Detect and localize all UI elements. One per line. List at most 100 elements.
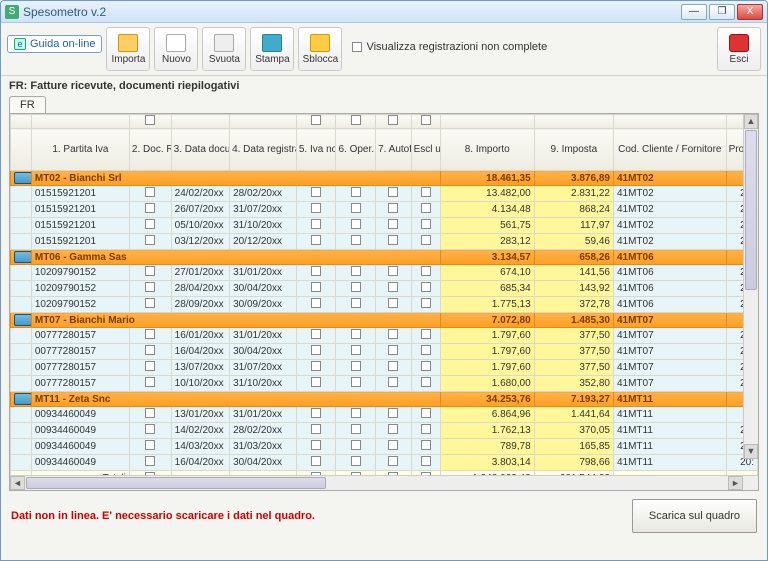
- checkbox-icon[interactable]: [351, 424, 361, 434]
- table-row[interactable]: 1020979015228/04/20xx30/04/20xx685,34143…: [11, 281, 758, 297]
- cell-importo[interactable]: 3.803,14: [440, 455, 534, 471]
- cell-piva[interactable]: 10209790152: [31, 297, 129, 313]
- cell-data-reg[interactable]: 31/01/20xx: [230, 265, 297, 281]
- cell-piva[interactable]: 00934460049: [31, 439, 129, 455]
- checkbox-icon[interactable]: [421, 115, 431, 125]
- table-row[interactable]: 0151592120126/07/20xx31/07/20xx4.134,488…: [11, 202, 758, 218]
- checkbox-icon[interactable]: [145, 219, 155, 229]
- table-row[interactable]: 0093446004913/01/20xx31/01/20xx6.864,961…: [11, 407, 758, 423]
- table-row[interactable]: 0077728015713/07/20xx31/07/20xx1.797,603…: [11, 360, 758, 376]
- checkbox-icon[interactable]: [351, 282, 361, 292]
- table-row[interactable]: 0151592120105/10/20xx31/10/20xx561,75117…: [11, 218, 758, 234]
- scroll-left-icon[interactable]: ◄: [10, 476, 25, 490]
- checkbox-icon[interactable]: [311, 266, 321, 276]
- cell-piva[interactable]: 01515921201: [31, 218, 129, 234]
- checkbox-icon[interactable]: [145, 361, 155, 371]
- cell-data-reg[interactable]: 28/02/20xx: [230, 423, 297, 439]
- checkbox-icon[interactable]: [145, 456, 155, 466]
- checkbox-icon[interactable]: [145, 266, 155, 276]
- checkbox-icon[interactable]: [311, 115, 321, 125]
- scroll-right-icon[interactable]: ►: [728, 476, 743, 490]
- cell-code[interactable]: 41MT07: [613, 344, 726, 360]
- checkbox-icon[interactable]: [145, 203, 155, 213]
- checkbox-icon[interactable]: [311, 219, 321, 229]
- checkbox-icon[interactable]: [388, 266, 398, 276]
- cell-data-doc[interactable]: 14/02/20xx: [171, 423, 229, 439]
- checkbox-icon[interactable]: [421, 235, 431, 245]
- checkbox-icon[interactable]: [351, 440, 361, 450]
- checkbox-icon[interactable]: [351, 329, 361, 339]
- cell-data-doc[interactable]: 03/12/20xx: [171, 234, 229, 250]
- scroll-thumb[interactable]: [745, 130, 757, 290]
- checkbox-icon[interactable]: [311, 282, 321, 292]
- checkbox-icon[interactable]: [388, 424, 398, 434]
- visualizza-checkbox[interactable]: Visualizza registrazioni non complete: [352, 41, 547, 53]
- cell-importo[interactable]: 674,10: [440, 265, 534, 281]
- cell-imposta[interactable]: 165,85: [534, 439, 613, 455]
- checkbox-icon[interactable]: [351, 456, 361, 466]
- cell-code[interactable]: 41MT07: [613, 360, 726, 376]
- table-row[interactable]: 0093446004916/04/20xx30/04/20xx3.803,147…: [11, 455, 758, 471]
- checkbox-icon[interactable]: [388, 115, 398, 125]
- horizontal-scrollbar[interactable]: ◄ ►: [10, 475, 758, 490]
- esci-button[interactable]: Esci: [717, 27, 761, 71]
- table-row[interactable]: 0077728015710/10/20xx31/10/20xx1.680,003…: [11, 376, 758, 392]
- group-row[interactable]: MT07 - Bianchi Mario7.072,801.485,3041MT…: [11, 313, 758, 328]
- cell-importo[interactable]: 685,34: [440, 281, 534, 297]
- sblocca-button[interactable]: Sblocca: [298, 27, 342, 71]
- cell-piva[interactable]: 00934460049: [31, 423, 129, 439]
- checkbox-icon[interactable]: [351, 408, 361, 418]
- checkbox-icon[interactable]: [311, 329, 321, 339]
- group-expand-icon[interactable]: [14, 314, 31, 326]
- cell-data-reg[interactable]: 31/01/20xx: [230, 407, 297, 423]
- checkbox-icon[interactable]: [145, 187, 155, 197]
- cell-code[interactable]: 41MT11: [613, 407, 726, 423]
- checkbox-icon[interactable]: [145, 329, 155, 339]
- guide-online-button[interactable]: e Guida on-line: [7, 35, 102, 53]
- checkbox-icon[interactable]: [421, 456, 431, 466]
- checkbox-icon[interactable]: [351, 345, 361, 355]
- cell-data-reg[interactable]: 28/02/20xx: [230, 186, 297, 202]
- checkbox-icon[interactable]: [145, 424, 155, 434]
- cell-piva[interactable]: 01515921201: [31, 234, 129, 250]
- checkbox-icon[interactable]: [388, 440, 398, 450]
- group-expand-icon[interactable]: [14, 172, 31, 184]
- cell-data-doc[interactable]: 13/07/20xx: [171, 360, 229, 376]
- col-expand[interactable]: [11, 129, 32, 171]
- cell-data-doc[interactable]: 16/04/20xx: [171, 455, 229, 471]
- checkbox-icon[interactable]: [145, 345, 155, 355]
- checkbox-icon[interactable]: [351, 361, 361, 371]
- checkbox-icon[interactable]: [311, 235, 321, 245]
- cell-data-reg[interactable]: 31/03/20xx: [230, 439, 297, 455]
- checkbox-icon[interactable]: [311, 440, 321, 450]
- col-escludi[interactable]: Escl udi: [411, 129, 440, 171]
- cell-data-doc[interactable]: 28/09/20xx: [171, 297, 229, 313]
- checkbox-icon[interactable]: [421, 440, 431, 450]
- checkbox-icon[interactable]: [311, 345, 321, 355]
- checkbox-icon[interactable]: [311, 408, 321, 418]
- table-row[interactable]: 1020979015228/09/20xx30/09/20xx1.775,133…: [11, 297, 758, 313]
- cell-data-reg[interactable]: 20/12/20xx: [230, 234, 297, 250]
- minimize-button[interactable]: —: [681, 4, 707, 20]
- cell-importo[interactable]: 13.482,00: [440, 186, 534, 202]
- cell-data-reg[interactable]: 31/10/20xx: [230, 218, 297, 234]
- cell-imposta[interactable]: 143,92: [534, 281, 613, 297]
- checkbox-icon[interactable]: [388, 282, 398, 292]
- cell-data-doc[interactable]: 27/01/20xx: [171, 265, 229, 281]
- cell-imposta[interactable]: 868,24: [534, 202, 613, 218]
- cell-data-doc[interactable]: 13/01/20xx: [171, 407, 229, 423]
- cell-piva[interactable]: 01515921201: [31, 186, 129, 202]
- cell-piva[interactable]: 00934460049: [31, 455, 129, 471]
- cell-code[interactable]: 41MT02: [613, 218, 726, 234]
- checkbox-icon[interactable]: [311, 203, 321, 213]
- table-row[interactable]: 1020979015227/01/20xx31/01/20xx674,10141…: [11, 265, 758, 281]
- checkbox-icon[interactable]: [351, 377, 361, 387]
- scroll-thumb[interactable]: [26, 477, 326, 489]
- checkbox-icon[interactable]: [311, 424, 321, 434]
- checkbox-icon[interactable]: [311, 187, 321, 197]
- col-piva[interactable]: 1. Partita Iva: [31, 129, 129, 171]
- cell-code[interactable]: 41MT06: [613, 281, 726, 297]
- checkbox-icon[interactable]: [421, 266, 431, 276]
- cell-data-reg[interactable]: 30/04/20xx: [230, 344, 297, 360]
- checkbox-icon[interactable]: [421, 345, 431, 355]
